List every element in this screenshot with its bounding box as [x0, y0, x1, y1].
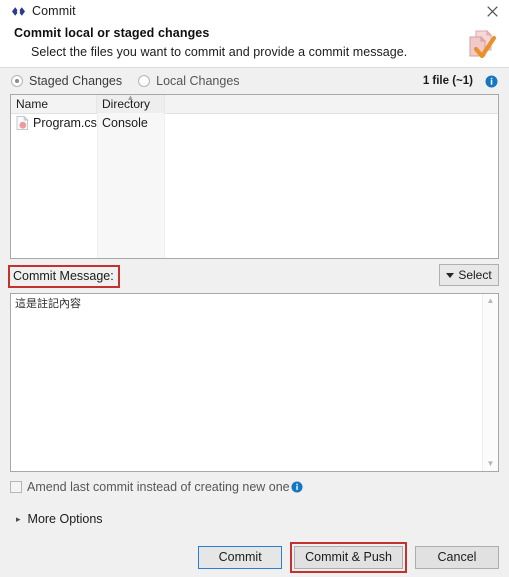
amend-checkbox[interactable] — [10, 481, 22, 493]
info-icon[interactable] — [291, 481, 303, 493]
dialog-header: Commit local or staged changes Select th… — [0, 22, 509, 68]
dialog-footer: Commit Commit & Push Cancel — [0, 537, 509, 577]
radio-staged-changes[interactable]: Staged Changes — [11, 74, 122, 88]
window-title: Commit — [32, 4, 76, 18]
file-directory-label: Console — [102, 116, 148, 130]
cancel-button-label: Cancel — [437, 550, 477, 564]
more-options-toggle[interactable]: ▸ More Options — [10, 506, 499, 532]
dialog-body: Staged Changes Local Changes 1 file (~1)… — [0, 68, 509, 532]
radio-staged-label: Staged Changes — [29, 74, 123, 88]
commit-and-push-button-label: Commit & Push — [305, 550, 392, 564]
radio-local-label: Local Changes — [156, 74, 240, 88]
commit-message-value[interactable]: 這是註記內容 — [11, 294, 482, 471]
file-count-label: 1 file (~1) — [422, 75, 473, 87]
csharp-file-icon — [16, 116, 29, 130]
amend-label: Amend last commit instead of creating ne… — [27, 480, 290, 494]
cell-file-directory: Console — [97, 116, 165, 130]
sorted-column-band — [97, 113, 165, 258]
table-row[interactable]: Program.cs Console — [11, 114, 498, 132]
page-title: Commit local or staged changes — [14, 26, 210, 40]
commit-button[interactable]: Commit — [198, 545, 283, 569]
window-titlebar: Commit — [0, 0, 509, 22]
commit-message-scrollbar[interactable]: ▲ ▼ — [482, 294, 498, 471]
commit-message-label-highlight: Commit Message: — [8, 264, 120, 288]
commit-message-label: Commit Message: — [13, 268, 114, 283]
radio-staged-indicator — [11, 75, 23, 87]
commit-push-highlight: Commit & Push — [290, 541, 407, 573]
info-icon[interactable] — [485, 75, 498, 88]
commit-button-label: Commit — [218, 550, 262, 564]
more-options-label: More Options — [27, 512, 103, 526]
chevron-down-icon — [446, 272, 455, 278]
cell-file-name: Program.cs — [11, 116, 97, 130]
select-button[interactable]: Select — [439, 264, 499, 286]
chevron-right-icon: ▸ — [16, 513, 21, 524]
radio-local-indicator — [138, 75, 151, 87]
commit-documents-check-icon — [460, 25, 500, 65]
close-icon[interactable] — [475, 0, 509, 22]
column-header-filler — [165, 95, 498, 113]
amend-row[interactable]: Amend last commit instead of creating ne… — [10, 475, 499, 499]
cancel-button[interactable]: Cancel — [415, 545, 499, 569]
scroll-down-arrow[interactable]: ▼ — [487, 457, 495, 471]
column-header-directory[interactable]: ▲ Directory — [97, 95, 165, 113]
commit-and-push-button[interactable]: Commit & Push — [294, 545, 403, 569]
file-name-label: Program.cs — [33, 116, 97, 130]
select-button-label: Select — [458, 268, 492, 282]
column-header-name-label: Name — [16, 97, 49, 111]
changed-files-table[interactable]: Name ▲ Directory Program.cs Console — [10, 94, 499, 259]
radio-local-changes[interactable]: Local Changes — [138, 74, 240, 88]
code-brackets-icon — [10, 3, 26, 19]
commit-message-textarea[interactable]: 這是註記內容 ▲ ▼ — [10, 293, 499, 472]
scroll-up-arrow[interactable]: ▲ — [487, 294, 495, 308]
sort-ascending-icon: ▲ — [126, 94, 135, 102]
page-subtitle: Select the files you want to commit and … — [31, 45, 408, 59]
changes-source-row: Staged Changes Local Changes 1 file (~1) — [10, 68, 499, 94]
column-header-name[interactable]: Name — [11, 95, 97, 113]
commit-message-header-row: Commit Message: Select — [8, 259, 499, 293]
table-header-row: Name ▲ Directory — [11, 95, 498, 114]
